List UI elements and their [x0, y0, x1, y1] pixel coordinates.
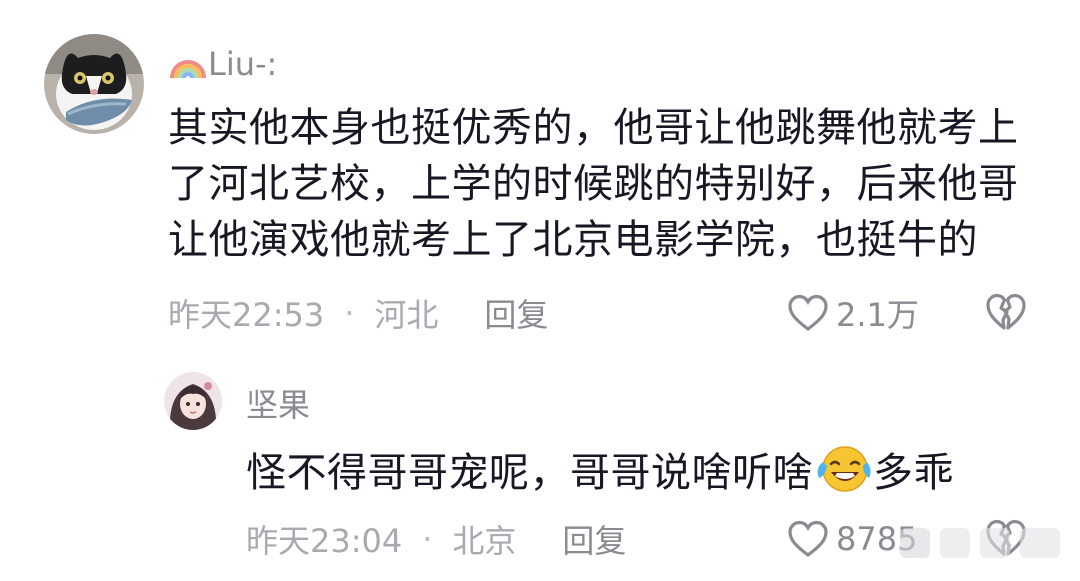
comment-meta: 昨天22:53 · 河北 回复: [168, 290, 548, 336]
comment-meta: 昨天23:04 · 北京 回复: [246, 516, 626, 562]
cat-avatar-icon: [44, 34, 144, 134]
comment-text: 怪不得哥哥宠呢，哥哥说啥听啥 多乖: [246, 442, 1046, 501]
username-text: Liu-:: [208, 45, 278, 83]
like-button[interactable]: 2.1万: [786, 290, 919, 336]
girl-avatar-icon: [164, 372, 222, 430]
reply-button[interactable]: 回复: [484, 290, 548, 336]
location: 北京: [452, 522, 517, 560]
timestamp: 昨天22:53: [168, 296, 325, 334]
username[interactable]: 坚果: [246, 380, 310, 426]
reply-button[interactable]: 回复: [562, 516, 626, 562]
avatar[interactable]: [164, 372, 222, 430]
dislike-button[interactable]: [984, 290, 1028, 338]
comment-text-part: 多乖: [873, 450, 954, 496]
separator: ·: [422, 520, 433, 558]
rainbow-icon: [170, 60, 206, 79]
broken-heart-icon: [986, 293, 1026, 330]
watermark-logo: [900, 528, 1060, 558]
username-text: 坚果: [246, 386, 311, 424]
username[interactable]: Liu-:: [168, 42, 277, 86]
comment-text-part: 怪不得哥哥宠呢，哥哥说啥听啥: [246, 450, 813, 496]
laughing-crying-emoji-icon: [817, 446, 871, 492]
timestamp: 昨天23:04: [246, 522, 403, 560]
like-count: 2.1万: [836, 296, 919, 334]
separator: ·: [344, 294, 355, 332]
heart-icon: [788, 520, 828, 558]
location: 河北: [374, 296, 439, 334]
avatar[interactable]: [44, 34, 144, 134]
comment-text: 其实他本身也挺优秀的，他哥让他跳舞他就考上了河北艺校，上学的时候跳的特别好，后来…: [168, 105, 1019, 263]
heart-icon: [788, 294, 828, 332]
